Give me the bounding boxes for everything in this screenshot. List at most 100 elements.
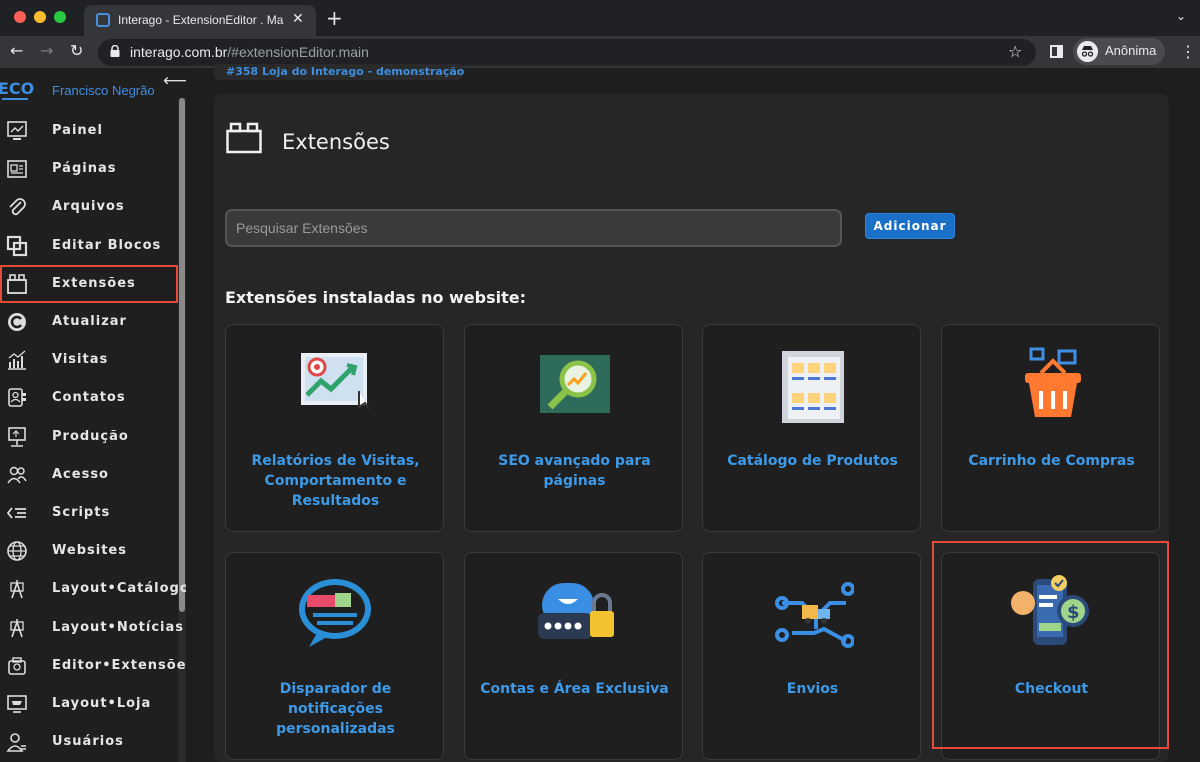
sidebar-item-label: Produção <box>52 428 129 444</box>
paperclip-icon <box>9 198 26 216</box>
extension-card[interactable]: Contas e Área Exclusiva <box>464 552 683 760</box>
sidebar-item-páginas[interactable]: Páginas <box>0 150 178 188</box>
incognito-icon <box>1077 41 1098 62</box>
extension-title: Envios <box>786 681 839 697</box>
product-catalog-icon <box>782 351 844 423</box>
sidebar-item-label: Editor•Extensões <box>52 657 196 673</box>
extension-card[interactable]: Catálogo de Produtos <box>702 324 921 532</box>
browser-menu-icon[interactable]: ⋮ <box>1180 42 1196 61</box>
extension-title: SEO avançado para páginas <box>498 453 651 489</box>
sidebar-item-editor-extensões[interactable]: Editor•Extensões <box>0 647 194 685</box>
new-tab-icon[interactable]: + <box>326 6 343 30</box>
sidebar-item-scripts[interactable]: Scripts <box>0 494 178 532</box>
minimize-window-button[interactable] <box>34 11 46 23</box>
refresh-icon <box>8 313 26 331</box>
sidebar-item-label: Atualizar <box>52 314 127 329</box>
user-name: Francisco Negrão <box>52 83 155 98</box>
sidebar-item-painel[interactable]: Painel <box>0 112 178 150</box>
sidebar-item-layout-notícias[interactable]: Layout•Notícias <box>0 609 183 647</box>
sidebar-item-label: Extensões <box>52 275 136 291</box>
project-selector[interactable]: #358 Loja do Interago - demonstração <box>214 64 465 80</box>
browser-tab-bar: Interago - ExtensionEditor . Ma ✕ + ⌄ <box>0 0 1200 36</box>
profile-button[interactable]: Anônima <box>1073 38 1165 65</box>
reload-icon[interactable]: ↻ <box>70 41 83 60</box>
extension-card[interactable]: Disparador de notificações personalizada… <box>225 552 444 760</box>
extension-title: Carrinho de Compras <box>968 453 1135 469</box>
layout-icon <box>10 618 24 637</box>
globe-icon <box>7 541 27 561</box>
sidebar-item-label: Usuários <box>52 734 124 750</box>
project-name: #358 Loja do Interago - demonstração <box>226 65 465 78</box>
bookmark-star-icon[interactable]: ☆ <box>1008 42 1022 61</box>
tab-search-icon[interactable]: ⌄ <box>1176 9 1186 23</box>
sidebar-item-label: Painel <box>52 123 103 138</box>
sidebar-item-label: Layout•Notícias <box>52 619 184 635</box>
sidebar-item-label: Layout•Catálogo <box>52 581 190 597</box>
sidebar: ECO Francisco Negrão ⟵ Painel Páginas Arqu… <box>0 68 194 762</box>
search-input[interactable] <box>225 209 842 247</box>
delivery-truck-icon <box>775 582 854 648</box>
sidebar-item-produção[interactable]: Produção <box>0 418 178 456</box>
url-text: interago.com.br/#extensionEditor.main <box>130 44 369 60</box>
collapse-sidebar-icon[interactable]: ⟵ <box>163 71 187 93</box>
pages-icon <box>7 160 27 178</box>
sidebar-item-usuários[interactable]: Usuários <box>0 723 178 761</box>
extension-title: Catálogo de Produtos <box>727 453 898 469</box>
page-title: Extensões <box>282 130 390 154</box>
sidebar-item-label: Acesso <box>52 466 109 482</box>
scroll-thumb[interactable] <box>179 98 185 612</box>
forward-icon[interactable]: → <box>40 41 53 60</box>
extension-card[interactable]: Carrinho de Compras <box>941 324 1160 532</box>
sidebar-item-layout-loja[interactable]: Layout•Loja <box>0 685 178 723</box>
svg-text:ECO: ECO <box>0 79 34 98</box>
seo-magnifier-icon <box>540 355 610 413</box>
sidebar-item-websites[interactable]: Websites <box>0 532 178 570</box>
contacts-icon <box>8 388 26 408</box>
chart-icon <box>8 350 26 370</box>
sidebar-item-label: Editar Blocos <box>52 237 162 253</box>
lock-icon <box>110 45 120 57</box>
production-icon <box>8 426 26 447</box>
sidebar-item-label: Páginas <box>52 161 117 177</box>
close-window-button[interactable] <box>14 11 26 23</box>
section-title: Extensões instaladas no website: <box>225 288 527 307</box>
add-extension-button[interactable]: Adicionar <box>865 213 955 239</box>
extension-card[interactable]: Relatórios de Visitas, Comportamento e R… <box>225 324 444 532</box>
side-panel-icon[interactable] <box>1050 45 1063 58</box>
sidebar-item-label: Contatos <box>52 390 126 406</box>
user-icon <box>6 733 26 752</box>
sidebar-item-label: Websites <box>52 543 127 559</box>
editor-icon <box>8 657 26 675</box>
maximize-window-button[interactable] <box>54 11 66 23</box>
sidebar-item-atualizar[interactable]: Atualizar <box>0 303 178 341</box>
sidebar-item-extensões[interactable]: Extensões <box>0 264 178 303</box>
extensions-icon <box>7 273 27 294</box>
browser-toolbar: ← → ↻ interago.com.br/#extensionEditor.m… <box>0 36 1200 68</box>
extension-title: Contas e Área Exclusiva <box>480 681 669 697</box>
sidebar-item-arquivos[interactable]: Arquivos <box>0 188 178 226</box>
sidebar-item-acesso[interactable]: Acesso <box>0 456 178 494</box>
code-icon <box>6 507 26 519</box>
sidebar-item-contatos[interactable]: Contatos <box>0 379 178 417</box>
site-favicon-icon <box>96 13 110 27</box>
sidebar-item-editar-blocos[interactable]: Editar Blocos <box>0 227 178 265</box>
shopping-basket-icon <box>1025 347 1081 417</box>
sidebar-item-label: Arquivos <box>52 199 125 215</box>
analytics-report-icon <box>301 353 370 410</box>
dashboard-icon <box>7 121 27 140</box>
sidebar-item-visitas[interactable]: Visitas <box>0 341 178 379</box>
browser-tab[interactable]: Interago - ExtensionEditor . Ma ✕ <box>84 5 316 36</box>
extension-card[interactable]: SEO avançado para páginas <box>464 324 683 532</box>
sidebar-item-layout-catálogo[interactable]: Layout•Catálogo <box>0 570 189 608</box>
layout-icon <box>10 580 24 599</box>
sidebar-item-label: Scripts <box>52 505 111 520</box>
close-tab-icon[interactable]: ✕ <box>292 11 304 27</box>
address-bar[interactable]: interago.com.br/#extensionEditor.main ☆ <box>98 39 1036 66</box>
extension-card[interactable]: Envios <box>702 552 921 760</box>
back-icon[interactable]: ← <box>10 41 23 60</box>
profile-label: Anônima <box>1105 43 1157 58</box>
users-icon <box>7 466 27 484</box>
sidebar-item-label: Layout•Loja <box>52 696 152 711</box>
sidebar-item-label: Visitas <box>52 352 109 368</box>
extension-title: Relatórios de Visitas, Comportamento e R… <box>251 453 420 509</box>
